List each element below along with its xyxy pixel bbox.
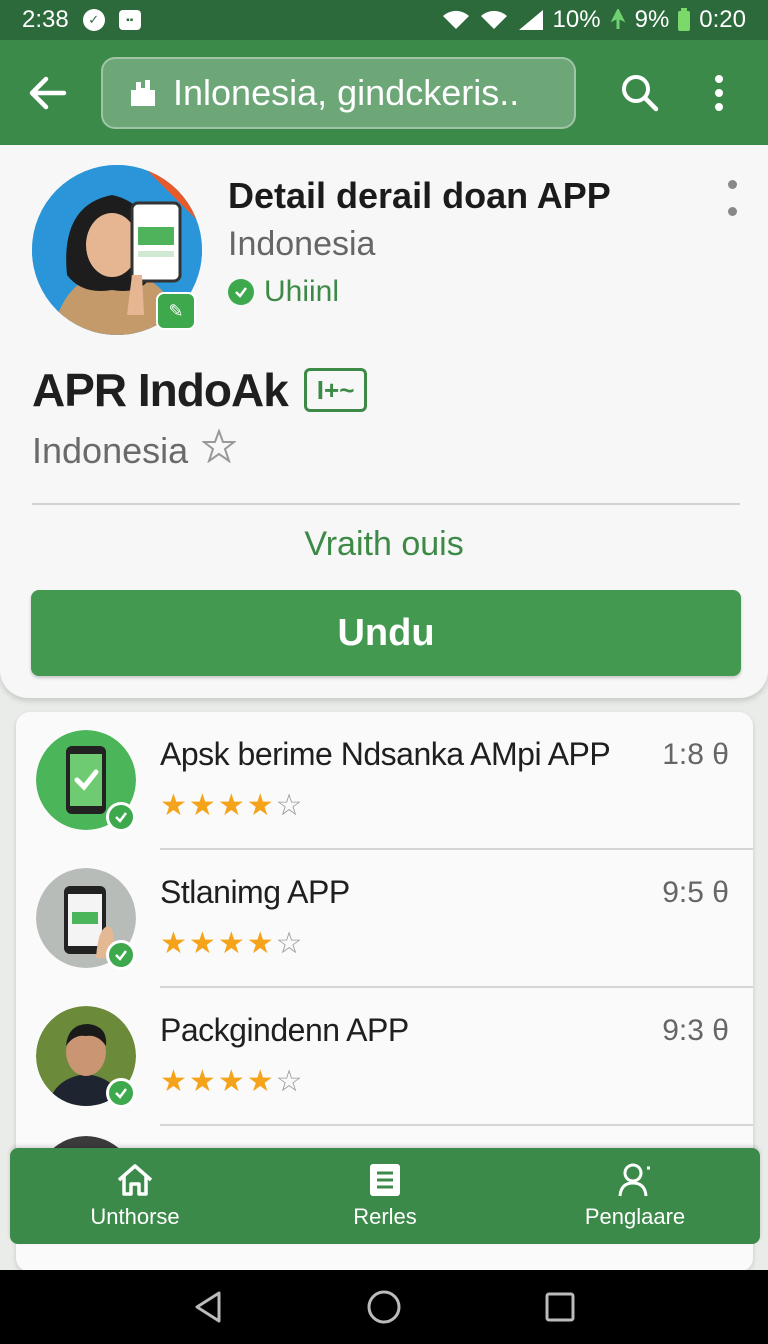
system-recents-button[interactable] [538,1285,582,1329]
cell-signal-icon [517,8,545,32]
verified-check-icon [106,802,136,832]
star-empty-icon: ☆ [275,927,303,960]
star-icon: ★ [246,789,274,822]
rating-stars: ★ ★ ★ ★ ☆ [160,788,303,823]
star-icon: ★ [160,789,187,822]
detail-title: Detail derail doan APP [228,175,611,216]
system-navigation [0,1270,768,1344]
document-icon [370,1164,400,1196]
signal-percent: 10% [552,6,601,33]
verified-check-icon [106,1078,136,1108]
star-icon: ★ [217,789,245,822]
nav-records-label: Rerles [353,1204,417,1229]
list-item-time: 9:5 θ [662,876,729,909]
list-item-title: Apsk berime Ndsanka AMpi APP [160,736,611,772]
verified-label: Uhiinl [264,275,340,308]
nav-profile-label: Penglaare [584,1204,686,1229]
star-icon: ★ [160,927,187,960]
search-value: Inlonesia, gindckeris.. [173,71,520,113]
hand-icon [127,76,159,110]
list-item[interactable]: Packgindenn APP ★ ★ ★ ★ ☆ 9:3 θ [16,988,753,1126]
list-item[interactable]: Stlanimg APP ★ ★ ★ ★ ☆ 9:5 θ [16,850,753,988]
app-name-row: APR IndoAk I+~ [32,363,368,417]
square-recents-icon [545,1292,575,1322]
list-item-time: 1:8 θ [662,738,729,771]
search-button[interactable] [614,67,665,119]
system-back-button[interactable] [186,1285,230,1329]
notification-icon: ✓ [82,9,105,31]
bottom-navigation: Unthorse Rerles Penglaare [10,1148,760,1244]
star-icon: ★ [188,789,216,822]
card-menu-button[interactable] [720,180,744,216]
nav-records[interactable]: Rerles [260,1148,510,1244]
arrow-back-icon [29,76,66,109]
message-icon: ▪▪ [118,10,141,30]
more-vertical-icon [714,74,723,111]
leaf-icon [609,9,627,31]
search-field[interactable]: Inlonesia, gindckeris.. [101,56,577,129]
status-time: 2:38 [22,6,69,33]
person-icon [618,1163,650,1197]
star-icon: ★ [217,1065,245,1098]
nav-profile[interactable]: Penglaare [510,1148,760,1244]
wifi-alt-icon [479,9,509,31]
nav-home[interactable]: Unthorse [10,1148,260,1244]
rating-stars: ★ ★ ★ ★ ☆ [160,926,303,961]
app-name: APR IndoAk [32,364,289,416]
list-item[interactable]: Apsk berime Ndsanka AMpi APP ★ ★ ★ ★ ☆ 1… [16,712,753,850]
star-empty-icon: ☆ [275,789,303,822]
search-icon [621,74,658,111]
favorite-star-icon[interactable] [201,428,238,472]
list-item-time: 9:3 θ [662,1014,729,1047]
divider [32,503,740,505]
app-badge-icon: ✎ [156,292,196,330]
view-more-link[interactable]: Vraith ouis [0,525,768,564]
verified-check-icon [228,279,254,305]
star-empty-icon: ☆ [275,1065,303,1098]
battery-icon [677,8,691,32]
country-row: Indonesia [32,428,238,472]
nav-home-label: Unthorse [90,1204,180,1229]
battery-percent: 9% [634,6,670,33]
country-label: Indonesia [32,429,189,471]
rating-stars: ★ ★ ★ ★ ☆ [160,1064,303,1099]
back-button[interactable] [24,69,71,117]
star-icon: ★ [246,1065,274,1098]
circle-home-icon [367,1290,401,1324]
status-bar: 2:38 ✓ ▪▪ 10% 9% 0:20 [0,0,768,40]
more-options-button[interactable] [693,67,744,119]
download-button[interactable]: Undu [31,590,741,676]
home-icon [117,1164,153,1196]
app-bar: Inlonesia, gindckeris.. [0,40,768,145]
star-icon: ★ [160,1065,187,1098]
star-icon: ★ [188,927,216,960]
star-icon: ★ [188,1065,216,1098]
system-home-button[interactable] [362,1285,406,1329]
detail-subtitle: Indonesia [228,225,376,263]
status-clock: 0:20 [699,6,746,33]
app-tag: I+~ [303,368,368,412]
star-icon: ★ [246,927,274,960]
app-detail-card: ✎ Detail derail doan APP Indonesia Uhiin… [0,145,768,698]
verified-check-icon [106,940,136,970]
list-item-title: Stlanimg APP [160,874,350,910]
list-item-title: Packgindenn APP [160,1012,409,1048]
triangle-back-icon [195,1291,221,1323]
wifi-icon [441,9,471,31]
star-icon: ★ [217,927,245,960]
verified-row: Uhiinl [228,275,339,309]
